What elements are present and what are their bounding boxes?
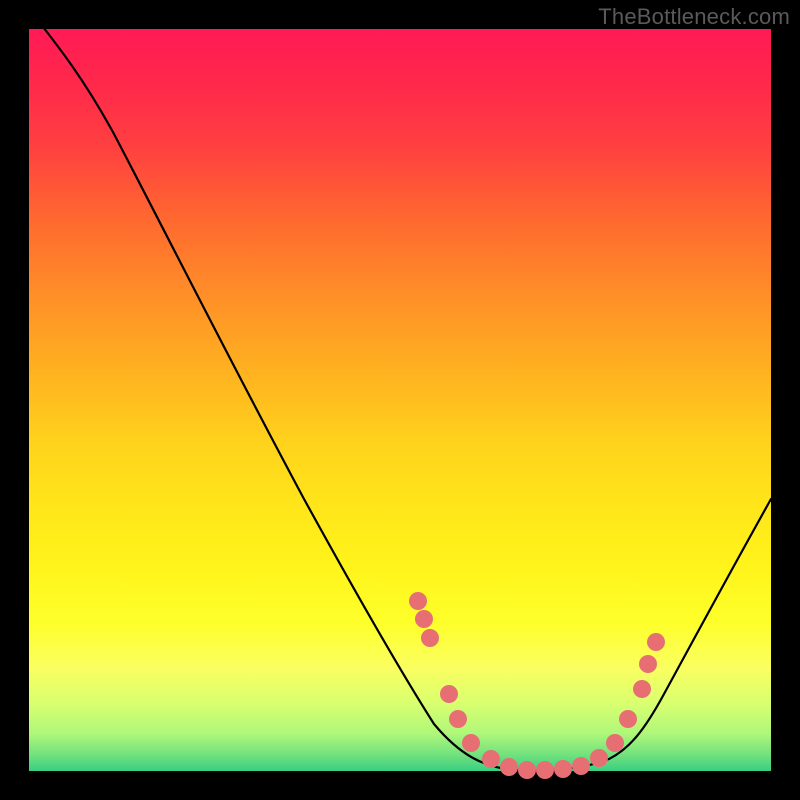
plot-area <box>29 29 771 771</box>
highlight-dots <box>409 592 665 779</box>
outer-frame: TheBottleneck.com <box>0 0 800 800</box>
bottleneck-curve <box>29 29 771 771</box>
watermark-text: TheBottleneck.com <box>598 4 790 30</box>
curve-path <box>29 9 771 770</box>
